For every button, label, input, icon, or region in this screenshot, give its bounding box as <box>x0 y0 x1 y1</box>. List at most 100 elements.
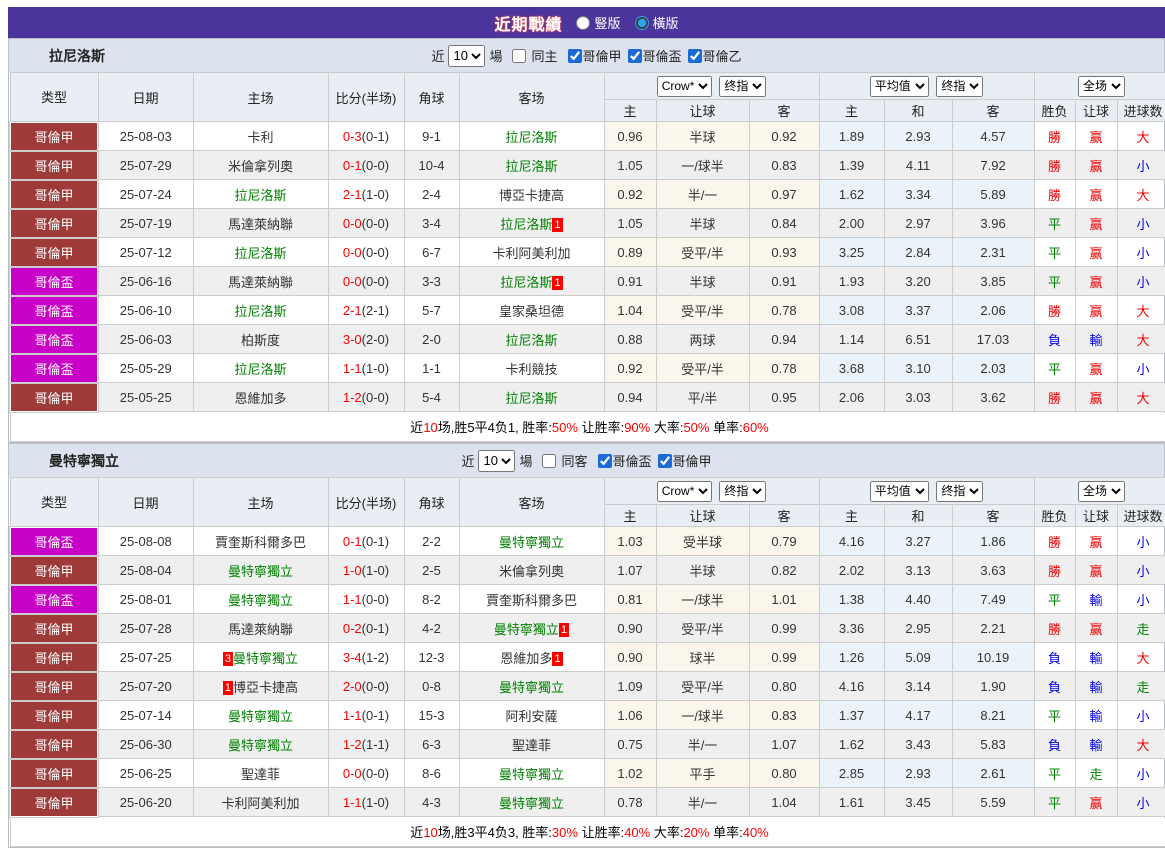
summary-text: 40% <box>742 825 769 841</box>
avg-home: 1.38 <box>818 584 885 614</box>
league-checkbox[interactable] <box>597 453 612 468</box>
summary-text: 10 <box>423 420 438 436</box>
result-handicap: 赢 <box>1074 382 1118 412</box>
odds-time-select[interactable]: 终指 <box>719 75 767 97</box>
vertical-radio[interactable] <box>576 15 591 30</box>
home-team-cell: 曼特寧獨立 <box>192 555 329 585</box>
result-handicap: 輸 <box>1074 700 1118 730</box>
same-venue-checkbox[interactable] <box>512 48 527 63</box>
avg-away: 7.92 <box>951 150 1035 180</box>
table-row: 哥倫甲 25-07-24 拉尼洛斯 2-1(1-0) 2-4 博亞卡捷高 0.92 半/一 0.… <box>9 178 1165 210</box>
odds-source-select[interactable]: Crow* <box>656 75 712 97</box>
avg-time-select[interactable]: 终指 <box>936 480 984 502</box>
league-filter-哥倫盃[interactable]: 哥倫盃 <box>592 451 652 470</box>
avg-draw: 6.51 <box>883 324 953 354</box>
avg-away: 2.06 <box>951 295 1035 325</box>
league-filter-哥倫甲[interactable]: 哥倫甲 <box>652 451 712 470</box>
avg-time-select[interactable]: 终指 <box>936 75 984 97</box>
table-row: 哥倫甲 25-07-28 馬達萊納聯 0-2(0-1) 4-2 曼特寧獨立 1 0.90 受平/… <box>9 612 1165 644</box>
avg-select[interactable]: 平均值 <box>869 75 929 97</box>
away-team: 曼特寧獨立 <box>498 766 564 782</box>
full-time-score: 2-1 <box>342 302 362 318</box>
scope-select[interactable]: 全场 <box>1078 75 1126 97</box>
result-handicap: 輸 <box>1074 642 1118 672</box>
corner-count: 5-4 <box>403 382 460 412</box>
league-filter-哥倫甲[interactable]: 哥倫甲 <box>562 46 622 65</box>
half-time-score: (0-0) <box>361 678 390 694</box>
home-team: 曼特寧獨立 <box>227 708 293 724</box>
score-cell: 0-0(0-0) <box>327 266 405 296</box>
layout-option-horizontal[interactable]: 橫版 <box>634 13 679 32</box>
half-time-score: (2-0) <box>361 331 390 347</box>
score-cell: 2-1(1-0) <box>327 179 405 209</box>
odds-time-select[interactable]: 终指 <box>719 480 767 502</box>
avg-draw: 4.17 <box>883 700 953 730</box>
home-team-cell: 米倫拿列奧 <box>192 150 329 180</box>
half-time-score: (0-0) <box>361 765 390 781</box>
games-count-select[interactable]: 10 <box>448 44 486 67</box>
odds-home: 0.88 <box>603 324 657 354</box>
result-handicap: 赢 <box>1074 526 1118 556</box>
avg-draw: 5.09 <box>883 642 953 672</box>
avg-draw: 3.27 <box>883 526 953 556</box>
league-filter-哥倫盃[interactable]: 哥倫盃 <box>622 46 682 65</box>
odds-handicap: 半/一 <box>655 179 750 209</box>
league-checkbox[interactable] <box>657 453 672 468</box>
col-corner: 角球 <box>403 72 460 122</box>
scope-select[interactable]: 全场 <box>1078 480 1126 502</box>
same-venue-checkbox[interactable] <box>542 453 557 468</box>
games-count-select[interactable]: 10 <box>478 449 516 472</box>
result-goals: 小 <box>1116 555 1165 585</box>
games-label: 場 <box>489 49 503 64</box>
odds-away: 0.82 <box>748 555 820 585</box>
summary-text: 40% <box>624 825 651 841</box>
league-checkbox[interactable] <box>687 48 702 63</box>
result-goals: 大 <box>1116 382 1165 412</box>
half-time-score: (0-0) <box>361 591 390 607</box>
odds-handicap: 受平/半 <box>655 353 750 383</box>
corner-count: 5-7 <box>403 295 460 325</box>
away-team-cell: 皇家桑坦德 <box>458 295 605 325</box>
home-team-cell: 卡利 <box>192 121 329 151</box>
full-time-score: 0-0 <box>342 765 362 781</box>
col-avg-draw: 和 <box>883 99 953 122</box>
col-result: 胜负 <box>1033 99 1076 122</box>
away-team: 曼特寧獨立 <box>498 679 564 695</box>
league-badge: 哥倫甲 <box>9 757 99 789</box>
layout-option-vertical[interactable]: 豎版 <box>576 13 621 32</box>
odds-handicap: 平/半 <box>655 382 750 412</box>
horizontal-radio[interactable] <box>634 15 649 30</box>
away-team-cell: 拉尼洛斯 1 <box>458 266 605 296</box>
away-team: 恩維加多 <box>500 650 553 666</box>
result-handicap: 赢 <box>1074 555 1118 585</box>
summary-text: 近 <box>410 825 424 841</box>
avg-select[interactable]: 平均值 <box>869 480 929 502</box>
result-outcome: 負 <box>1033 324 1076 354</box>
score-cell: 1-0(1-0) <box>327 555 405 585</box>
odds-source-select[interactable]: Crow* <box>656 480 712 502</box>
match-date: 25-06-30 <box>97 729 194 759</box>
league-checkbox[interactable] <box>627 48 642 63</box>
result-goals: 小 <box>1116 758 1165 788</box>
avg-draw: 4.40 <box>883 584 953 614</box>
league-checkbox[interactable] <box>567 48 582 63</box>
odds-away: 1.07 <box>748 729 820 759</box>
home-team-cell: 曼特寧獨立 <box>192 700 329 730</box>
league-filter-哥倫乙[interactable]: 哥倫乙 <box>682 46 742 65</box>
odds-away: 0.95 <box>748 382 820 412</box>
score-cell: 0-3(0-1) <box>327 121 405 151</box>
full-time-score: 3-4 <box>342 649 362 665</box>
corner-count: 3-3 <box>403 266 460 296</box>
full-time-score: 0-0 <box>342 273 362 289</box>
match-date: 25-07-28 <box>97 613 194 643</box>
corner-count: 2-4 <box>403 179 460 209</box>
result-outcome: 負 <box>1033 671 1076 701</box>
home-team-cell: 柏斯度 <box>192 324 329 354</box>
home-team-cell: 聖達菲 <box>192 758 329 788</box>
summary-text: 50% <box>683 420 710 436</box>
table-row: 哥倫盃 25-08-08 賈奎斯科爾多巴 0-1(0-1) 2-2 曼特寧獨立 1.03 受半… <box>9 525 1165 557</box>
odds-handicap: 球半 <box>655 642 750 672</box>
odds-home: 1.02 <box>603 758 657 788</box>
matches-table-home: 类型 日期 主场 比分(半场) 角球 客场 Crow* 终指 平均值 终指 全场 <box>9 72 1165 442</box>
avg-draw: 2.97 <box>883 208 953 238</box>
